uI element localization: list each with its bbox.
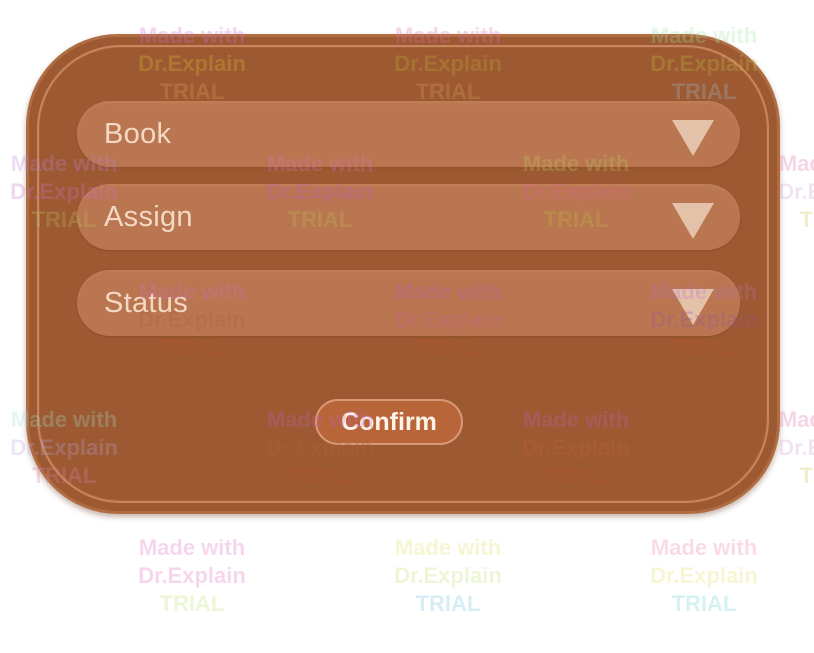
status-select-label: Status [104,287,189,319]
book-select-label: Book [104,118,172,150]
watermark-line-3: TRIAL [799,463,814,488]
chevron-down-icon [672,289,714,325]
watermark-line-2: Dr.Explain [650,563,758,588]
chevron-down-icon [672,203,714,239]
watermark-line-1: Made with [394,535,502,560]
watermark-line-3: TRIAL [415,591,481,616]
assign-select-label: Assign [104,201,193,233]
confirm-button[interactable]: Confirm [315,399,463,445]
trial-watermark: Made with Dr.Explain TRIAL [122,534,262,618]
watermark-line-2: Dr.Explain [394,563,502,588]
watermark-line-3: TRIAL [159,591,225,616]
trial-watermark: Made with Dr.Explain TRIAL [378,534,518,618]
watermark-line-3: TRIAL [671,591,737,616]
assign-select[interactable]: Assign [77,184,740,250]
book-select[interactable]: Book [77,101,740,167]
watermark-line-1: Made with [650,535,758,560]
trial-watermark: Made with Dr.Explain TRIAL [634,534,774,618]
watermark-line-1: Made with [138,535,246,560]
chevron-down-icon [672,120,714,156]
status-select[interactable]: Status [77,270,740,336]
stage: Book Assign Status Confirm Made with Dr.… [0,0,814,653]
watermark-line-2: Dr.Explain [138,563,246,588]
